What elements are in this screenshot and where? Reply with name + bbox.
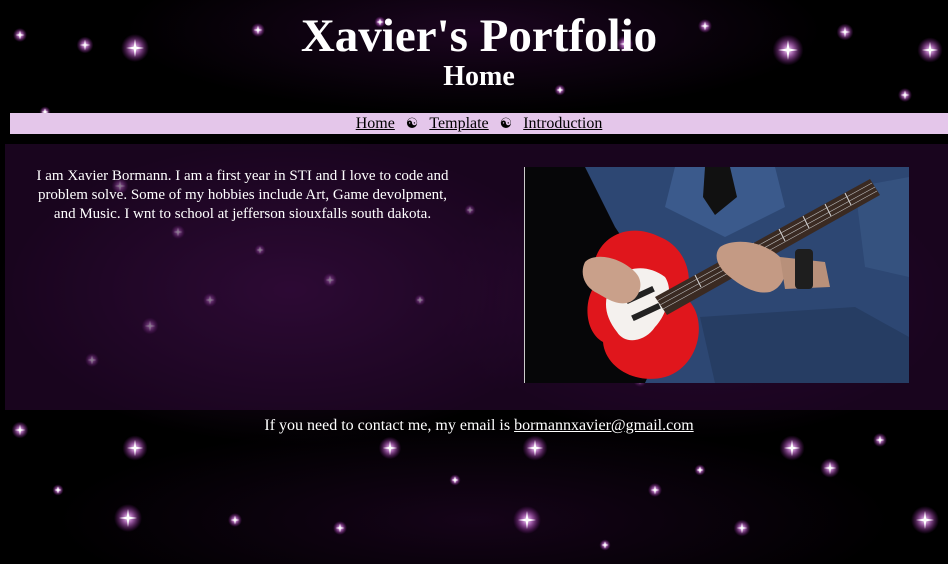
- page-subtitle: Home: [443, 61, 515, 92]
- star-sparkle: [54, 486, 62, 494]
- intro-paragraph: I am Xavier Bormann. I am a first year i…: [36, 168, 449, 222]
- star-sparkle: [382, 440, 398, 456]
- navigation-bar: Home ☯ Template ☯ Introduction: [10, 113, 948, 134]
- guitar-photo: [524, 167, 909, 383]
- contact-text: If you need to contact me, my email is: [264, 417, 515, 434]
- nav-link-introduction[interactable]: Introduction: [523, 115, 602, 132]
- yin-yang-separator-icon: ☯: [499, 116, 513, 132]
- star: [228, 513, 242, 527]
- star: [648, 483, 662, 497]
- yin-yang-separator-icon: ☯: [405, 116, 419, 132]
- nav-link-template[interactable]: Template: [429, 115, 488, 132]
- star: [52, 484, 64, 496]
- star-sparkle: [126, 439, 144, 457]
- star-sparkle: [783, 439, 801, 457]
- star: [114, 504, 142, 532]
- star-sparkle: [119, 509, 137, 527]
- star: [694, 464, 706, 476]
- star: [122, 435, 148, 461]
- star: [820, 458, 840, 478]
- email-link[interactable]: bormannxavier@gmail.com: [514, 417, 694, 434]
- contact-line: If you need to contact me, my email is b…: [0, 416, 948, 435]
- star-sparkle: [736, 522, 748, 534]
- star: [779, 435, 805, 461]
- star-sparkle: [526, 439, 544, 457]
- star: [333, 521, 347, 535]
- star: [378, 436, 402, 460]
- star-sparkle: [451, 476, 459, 484]
- star-sparkle: [875, 435, 885, 445]
- content-panel: I am Xavier Bormann. I am a first year i…: [5, 144, 948, 410]
- star-sparkle: [650, 485, 660, 495]
- guitarist-image: [525, 167, 909, 383]
- star: [513, 506, 541, 534]
- star: [873, 433, 887, 447]
- star-sparkle: [601, 541, 609, 549]
- star: [449, 474, 461, 486]
- star-sparkle: [823, 461, 837, 475]
- site-title: Xavier's Portfolio: [300, 10, 658, 62]
- star-sparkle: [518, 511, 536, 529]
- star-sparkle: [230, 515, 240, 525]
- star-sparkle: [335, 523, 345, 533]
- star-sparkle: [696, 466, 704, 474]
- nav-link-home[interactable]: Home: [356, 115, 395, 132]
- star: [522, 435, 548, 461]
- star: [733, 519, 751, 537]
- star-sparkle: [916, 511, 934, 529]
- star: [599, 539, 611, 551]
- star: [911, 506, 939, 534]
